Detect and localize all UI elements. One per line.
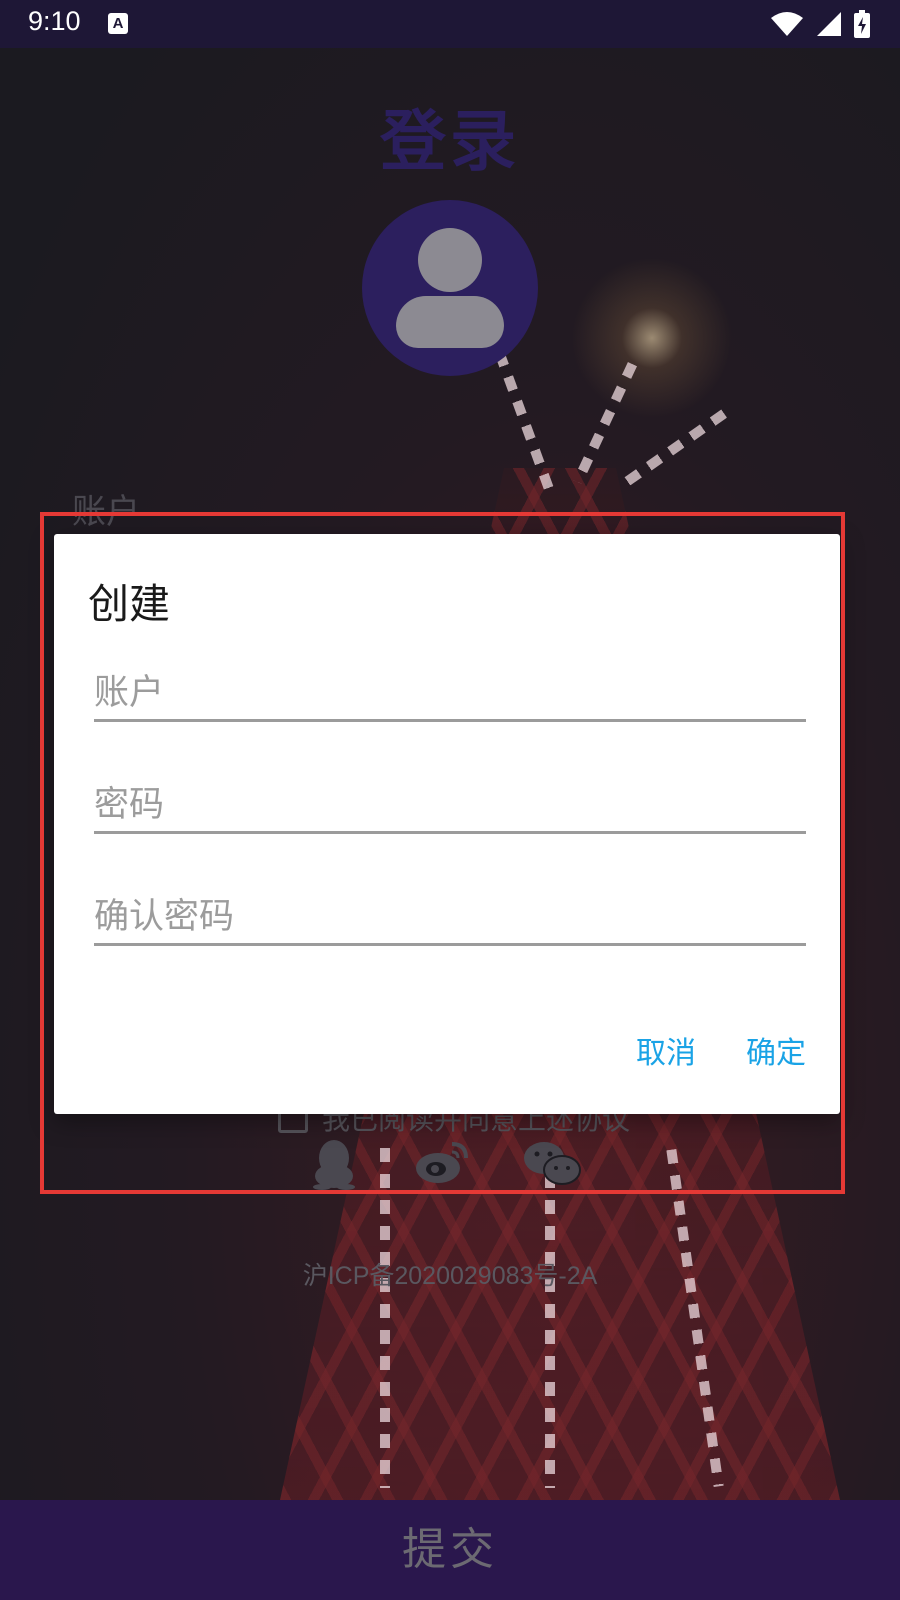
confirm-password-field	[94, 870, 806, 946]
password-field	[94, 758, 806, 834]
account-field	[94, 646, 806, 722]
weibo-icon[interactable]	[414, 1138, 470, 1190]
account-input[interactable]	[94, 673, 806, 713]
status-icons	[770, 10, 870, 38]
notification-icon: A	[108, 13, 128, 34]
tower-light-strip	[572, 361, 638, 485]
tower-light-strip	[545, 1148, 555, 1488]
wechat-icon[interactable]	[522, 1138, 582, 1194]
confirm-password-input[interactable]	[94, 897, 806, 937]
battery-charging-icon	[854, 10, 870, 38]
login-title: 登录	[380, 103, 520, 180]
tower-light-strip	[622, 409, 728, 487]
create-account-dialog: 创建 取消 确定	[54, 534, 840, 1114]
password-input[interactable]	[94, 785, 806, 825]
wifi-icon	[771, 12, 803, 36]
social-login-row	[300, 1138, 600, 1198]
signal-icon	[817, 12, 841, 36]
status-bar: 9:10 A	[0, 0, 900, 48]
dialog-actions: 取消 确定	[636, 1028, 806, 1072]
qq-icon[interactable]	[310, 1138, 358, 1194]
status-time: 9:10	[28, 6, 81, 36]
account-label: 账户	[72, 492, 140, 532]
dialog-title: 创建	[88, 580, 170, 628]
confirm-button[interactable]: 确定	[746, 1028, 806, 1072]
avatar[interactable]	[362, 200, 538, 376]
avatar-head	[418, 228, 482, 292]
tower-light-strip	[380, 1148, 390, 1488]
cancel-button[interactable]: 取消	[636, 1028, 696, 1072]
icp-license-text: 沪ICP备2020029083号-2A	[302, 1262, 598, 1290]
submit-button[interactable]: 提交	[0, 1500, 900, 1600]
avatar-body	[396, 296, 504, 348]
